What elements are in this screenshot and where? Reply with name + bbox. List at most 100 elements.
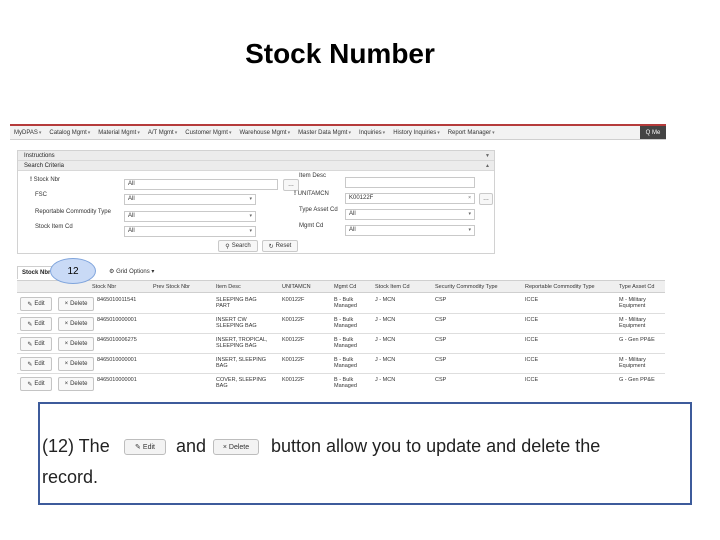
unitamcn-lookup-button[interactable]: … bbox=[479, 193, 493, 205]
cell-mgmt-cd: B - Bulk Managed bbox=[334, 377, 357, 389]
cell-unitamcn: K00122F bbox=[282, 337, 305, 343]
pencil-icon: ✎ bbox=[27, 321, 33, 328]
nav-item-master-data[interactable]: Master Data Mgmt▾ bbox=[294, 130, 355, 136]
item-desc-label: Item Desc bbox=[299, 173, 327, 179]
table-row: ✎ Edit × Delete 8465010006275 INSERT, TROPICA… bbox=[17, 334, 665, 354]
edit-button[interactable]: ✎ Edit bbox=[20, 337, 52, 351]
mgmt-cd-select[interactable]: All ▾ bbox=[345, 225, 475, 236]
delete-button[interactable]: × Delete bbox=[58, 297, 94, 311]
cell-unitamcn: K00122F bbox=[282, 357, 305, 363]
col-stock-item-cd[interactable]: Stock Item Cd bbox=[375, 281, 410, 293]
col-stock-nbr[interactable]: Stock Nbr bbox=[92, 281, 116, 293]
edit-button-label: Edit bbox=[34, 321, 45, 327]
callout-12: 12 bbox=[50, 258, 96, 284]
edit-button[interactable]: ✎ Edit bbox=[20, 357, 52, 371]
cell-reportable-commodity: ICCE bbox=[525, 377, 539, 383]
cell-stock-nbr: 8465010000001 bbox=[97, 317, 137, 323]
col-unitamcn[interactable]: UNITAMCN bbox=[282, 281, 311, 293]
delete-button[interactable]: × Delete bbox=[58, 317, 94, 331]
instructions-header[interactable]: Instructions ▼ bbox=[18, 151, 494, 161]
slide-title: Stock Number bbox=[245, 38, 435, 69]
col-type-asset[interactable]: Type Asset Cd bbox=[619, 281, 654, 293]
type-asset-cd-label: Type Asset Cd bbox=[299, 207, 338, 213]
delete-button-label: Delete bbox=[70, 321, 88, 327]
fsc-select[interactable]: All ▾ bbox=[124, 194, 256, 205]
grid-options-button[interactable]: ⚙ Grid Options ▾ bbox=[109, 267, 154, 278]
note-text-4: record. bbox=[42, 467, 99, 487]
nav-search-button[interactable]: Q Me bbox=[640, 126, 666, 139]
reportable-commodity-select[interactable]: All ▾ bbox=[124, 211, 256, 222]
note-edit-button-image: ✎ Edit bbox=[124, 439, 166, 455]
cell-unitamcn: K00122F bbox=[282, 377, 305, 383]
cell-unitamcn: K00122F bbox=[282, 297, 305, 303]
nav-item-catalog[interactable]: Catalog Mgmt▾ bbox=[45, 130, 94, 136]
cell-type-asset: G - Gen PP&E bbox=[619, 337, 655, 343]
edit-button[interactable]: ✎ Edit bbox=[20, 377, 52, 391]
delete-button[interactable]: × Delete bbox=[58, 377, 94, 391]
cell-security-commodity: CSP bbox=[435, 337, 447, 343]
col-prev-stock-nbr[interactable]: Prev Stock Nbr bbox=[153, 281, 190, 293]
unitamcn-label: ǃ UNITAMCN bbox=[294, 191, 329, 197]
cell-stock-item-cd: J - MCN bbox=[375, 337, 396, 343]
grid-header-row: Stock Nbr Prev Stock Nbr Item Desc UNITA… bbox=[17, 281, 665, 293]
col-security-commodity[interactable]: Security Commodity Type bbox=[435, 281, 498, 293]
edit-button-label: Edit bbox=[34, 361, 45, 367]
cell-item-desc: INSERT, TROPICAL, SLEEPING BAG bbox=[216, 337, 268, 349]
close-icon: × bbox=[64, 361, 69, 367]
edit-button-label: Edit bbox=[34, 381, 45, 387]
unitamcn-input[interactable]: K00122F × bbox=[345, 193, 475, 204]
pencil-icon: ✎ bbox=[27, 341, 33, 348]
nav-item-mydpas[interactable]: MyDPAS▾ bbox=[10, 130, 45, 136]
reset-button[interactable]: ↻ Reset bbox=[262, 240, 298, 252]
app-screenshot: MyDPAS▾ Catalog Mgmt▾ Material Mgmt▾ A/T… bbox=[10, 124, 666, 392]
pencil-icon: ✎ bbox=[27, 381, 33, 388]
type-asset-cd-select[interactable]: All ▾ bbox=[345, 209, 475, 220]
note-text-2: and bbox=[176, 436, 207, 456]
main-navbar: MyDPAS▾ Catalog Mgmt▾ Material Mgmt▾ A/T… bbox=[10, 126, 666, 140]
close-icon: × bbox=[64, 341, 69, 347]
delete-button[interactable]: × Delete bbox=[58, 357, 94, 371]
delete-button[interactable]: × Delete bbox=[58, 337, 94, 351]
stock-item-cd-label: Stock Item Cd bbox=[35, 224, 73, 230]
cell-security-commodity: CSP bbox=[435, 297, 447, 303]
cell-security-commodity: CSP bbox=[435, 317, 447, 323]
nav-item-warehouse[interactable]: Warehouse Mgmt▾ bbox=[235, 130, 294, 136]
edit-button[interactable]: ✎ Edit bbox=[20, 297, 52, 311]
stock-nbr-label: ǃ Stock Nbr bbox=[30, 177, 61, 183]
cell-type-asset: G - Gen PP&E bbox=[619, 377, 655, 383]
delete-button-label: Delete bbox=[70, 361, 88, 367]
edit-button[interactable]: ✎ Edit bbox=[20, 317, 52, 331]
stock-nbr-input[interactable]: All bbox=[124, 179, 278, 190]
chevron-up-icon[interactable]: ▲ bbox=[485, 161, 490, 171]
close-icon: × bbox=[64, 301, 69, 307]
delete-button-label: Delete bbox=[70, 301, 88, 307]
stock-nbr-lookup-button[interactable]: … bbox=[283, 179, 299, 191]
nav-item-at[interactable]: A/T Mgmt▾ bbox=[144, 130, 181, 136]
search-icon: ⚲ bbox=[225, 243, 230, 250]
cell-stock-item-cd: J - MCN bbox=[375, 317, 396, 323]
cell-item-desc: INSERT, SLEEPING BAG bbox=[216, 357, 267, 369]
nav-item-report[interactable]: Report Manager▾ bbox=[444, 130, 499, 136]
close-icon: × bbox=[64, 321, 69, 327]
fsc-label: FSC bbox=[35, 192, 47, 198]
grid-toolbar: Stock Nbr ⚙ Grid Options ▾ bbox=[17, 266, 665, 279]
cell-reportable-commodity: ICCE bbox=[525, 357, 539, 363]
nav-item-inquiries[interactable]: Inquiries▾ bbox=[355, 130, 389, 136]
chevron-down-icon[interactable]: ▼ bbox=[485, 151, 490, 161]
cell-mgmt-cd: B - Bulk Managed bbox=[334, 297, 357, 309]
note-text-1: (12) The bbox=[42, 436, 110, 456]
note-text-3: button allow you to update and delete th… bbox=[271, 436, 601, 456]
nav-item-customer[interactable]: Customer Mgmt▾ bbox=[181, 130, 235, 136]
col-reportable-commodity[interactable]: Reportable Commodity Type bbox=[525, 281, 595, 293]
stock-item-cd-select[interactable]: All ▾ bbox=[124, 226, 256, 237]
nav-item-history[interactable]: History Inquiries▾ bbox=[389, 130, 444, 136]
search-button[interactable]: ⚲ Search bbox=[218, 240, 258, 252]
item-desc-input[interactable] bbox=[345, 177, 475, 188]
pencil-icon: ✎ bbox=[27, 361, 33, 368]
nav-item-material[interactable]: Material Mgmt▾ bbox=[94, 130, 144, 136]
col-mgmt-cd[interactable]: Mgmt Cd bbox=[334, 281, 356, 293]
cell-stock-nbr: 8465010006275 bbox=[97, 337, 137, 343]
col-item-desc[interactable]: Item Desc bbox=[216, 281, 241, 293]
cell-item-desc: SLEEPING BAG PART bbox=[216, 297, 257, 309]
search-criteria-header[interactable]: Search Criteria ▲ bbox=[18, 161, 494, 171]
